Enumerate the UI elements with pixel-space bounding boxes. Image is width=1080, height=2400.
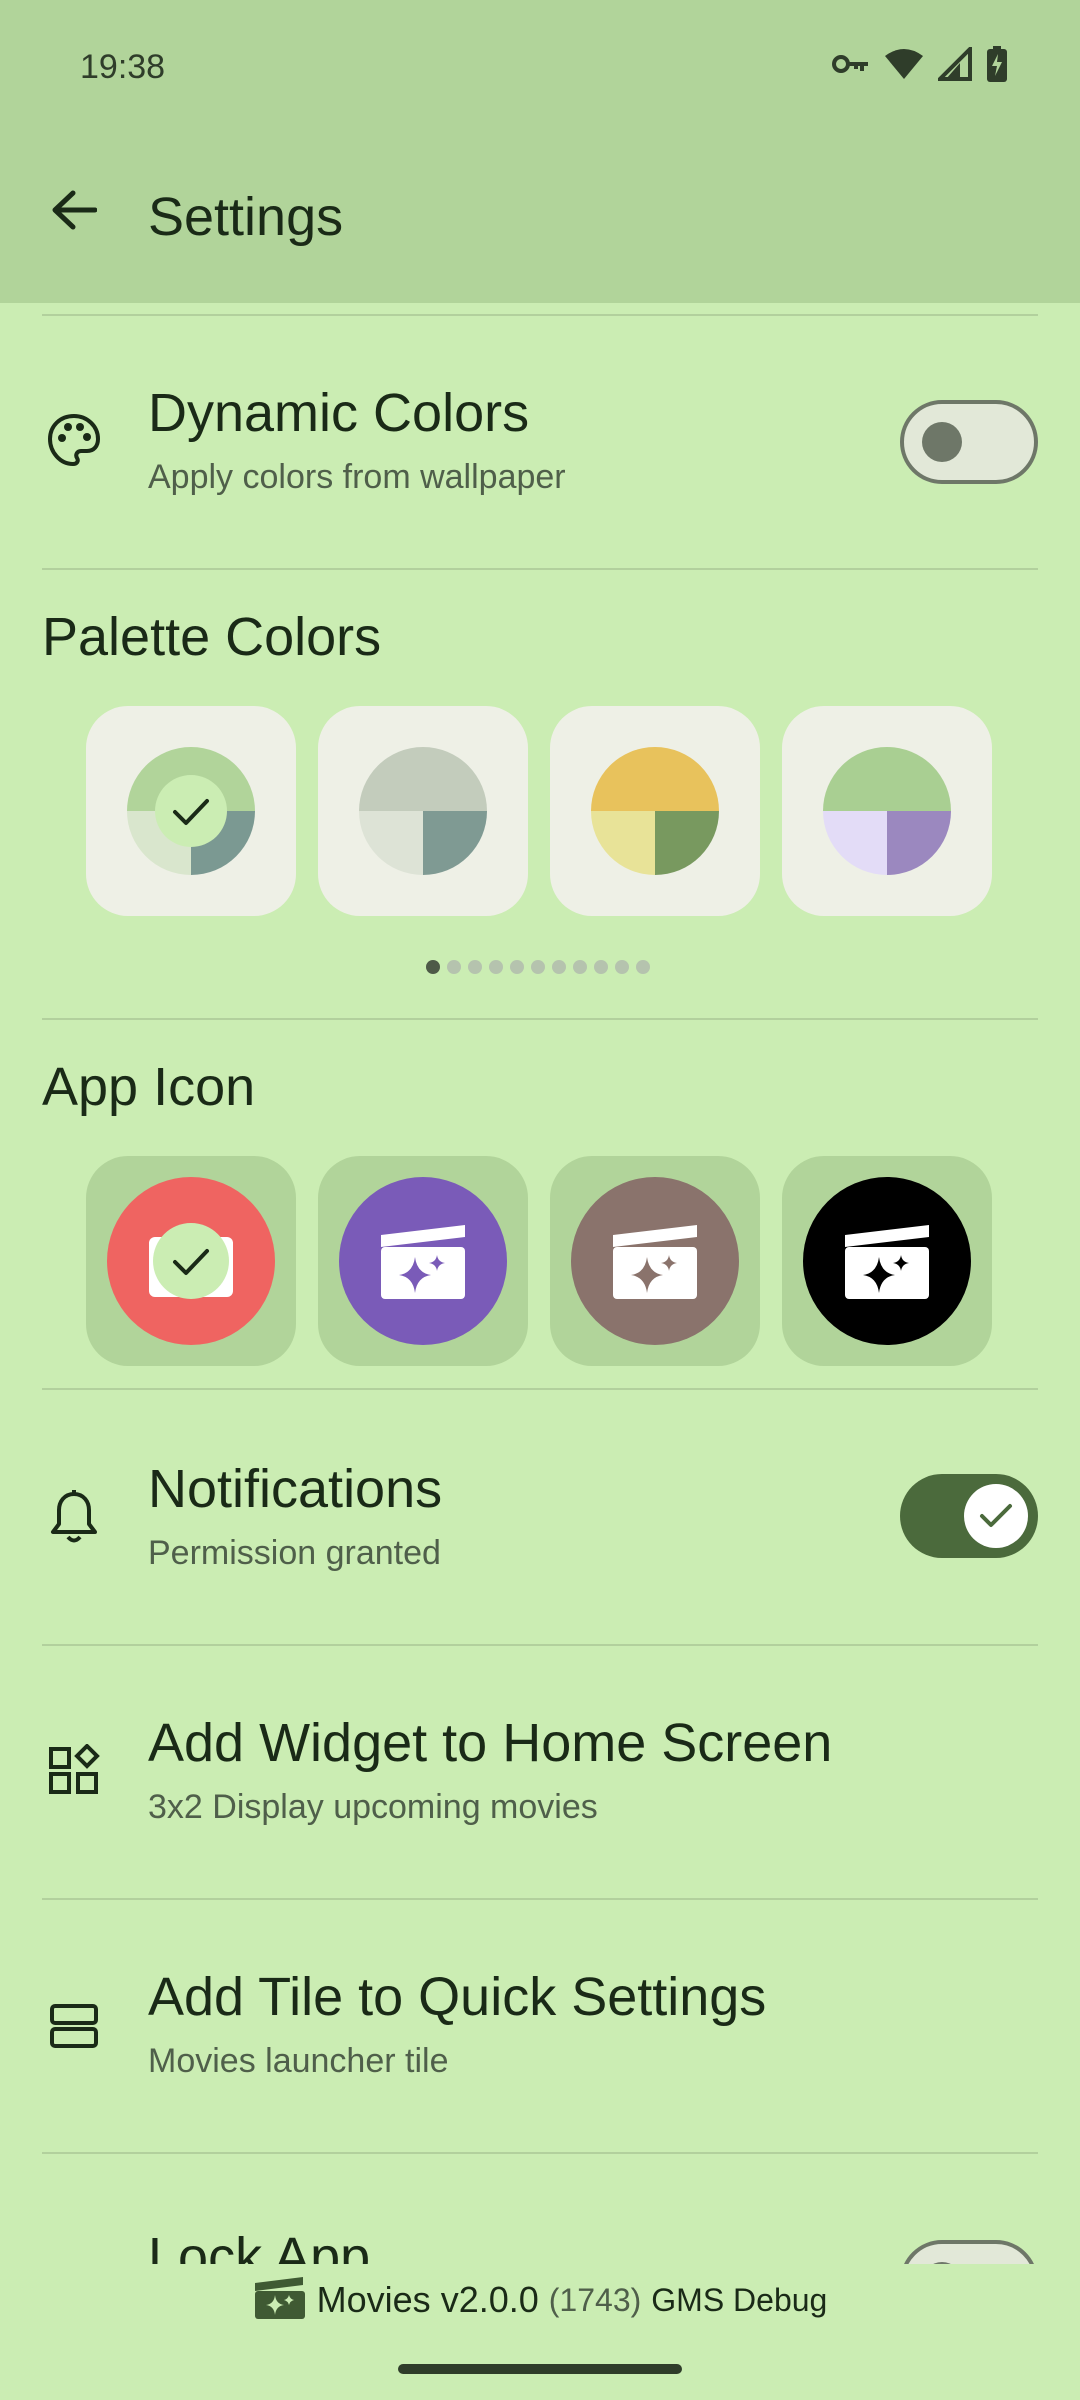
add-tile-subtitle: Movies launcher tile: [148, 2042, 449, 2080]
divider: [42, 314, 1038, 316]
divider: [42, 1388, 1038, 1390]
page-dot: [552, 960, 566, 974]
palette-page-indicator: [426, 960, 650, 974]
widgets-icon: [42, 1738, 106, 1802]
page-dot: [489, 960, 503, 974]
notifications-title: Notifications: [148, 1459, 443, 1519]
notifications-toggle[interactable]: [900, 1474, 1038, 1558]
palette-icon: [42, 408, 106, 472]
lock-app-row[interactable]: Lock App: [0, 2160, 1080, 2264]
dynamic-colors-subtitle: Apply colors from wallpaper: [148, 458, 566, 496]
page-dot: [531, 960, 545, 974]
app-icon-option[interactable]: [86, 1156, 296, 1366]
footer-app-version: Movies v2.0.0: [316, 2279, 539, 2320]
divider: [42, 568, 1038, 570]
add-widget-title: Add Widget to Home Screen: [148, 1713, 833, 1773]
battery-charging-icon: [986, 46, 1008, 82]
page-dot: [594, 960, 608, 974]
clapperboard-sparkle-icon: [571, 1177, 739, 1345]
check-icon: [980, 1504, 1012, 1527]
add-tile-title: Add Tile to Quick Settings: [148, 1967, 767, 2027]
palette-swatch[interactable]: [318, 706, 528, 916]
toggle-knob: [922, 2262, 962, 2264]
page-title: Settings: [148, 187, 344, 247]
add-widget-subtitle: 3x2 Display upcoming movies: [148, 1788, 598, 1826]
divider: [42, 1018, 1038, 1020]
app-icon-title: App Icon: [42, 1057, 256, 1117]
page-dot: [615, 960, 629, 974]
camera-icon: [107, 1177, 275, 1345]
top-app-bar: 19:38 Settings: [0, 0, 1080, 303]
page-dot: [468, 960, 482, 974]
divider: [42, 1898, 1038, 1900]
clapperboard-sparkle-icon: [803, 1177, 971, 1345]
dynamic-colors-title: Dynamic Colors: [148, 383, 530, 443]
lock-app-toggle[interactable]: [900, 2240, 1038, 2264]
lock-app-title: Lock App: [148, 2227, 371, 2264]
palette-swatch[interactable]: [782, 706, 992, 916]
palette-swatch[interactable]: [86, 706, 296, 916]
app-icon-option[interactable]: [550, 1156, 760, 1366]
app-icon-option[interactable]: [318, 1156, 528, 1366]
divider: [42, 2152, 1038, 2154]
dynamic-colors-toggle[interactable]: [900, 400, 1038, 484]
notifications-subtitle: Permission granted: [148, 1534, 441, 1572]
page-dot: [447, 960, 461, 974]
version-footer: Movies v2.0.0 (1743) GMS Debug: [0, 2268, 1080, 2332]
home-indicator[interactable]: [398, 2364, 682, 2374]
arrow-back-icon: [52, 190, 97, 230]
clapperboard-sparkle-icon: [339, 1177, 507, 1345]
palette-swatch[interactable]: [550, 706, 760, 916]
view-agenda-icon: [42, 1994, 106, 2058]
footer-build-number: (1743): [548, 2281, 642, 2318]
bell-icon: [42, 1484, 106, 1548]
app-icon-option[interactable]: [782, 1156, 992, 1366]
back-button[interactable]: [44, 180, 104, 240]
signal-icon: [938, 47, 972, 81]
movies-app-icon: [253, 2275, 307, 2326]
divider: [42, 1644, 1038, 1646]
page-dot: [636, 960, 650, 974]
palette-colors-title: Palette Colors: [42, 607, 382, 667]
page-dot: [426, 960, 440, 974]
footer-build-variant: GMS Debug: [651, 2281, 828, 2318]
page-dot: [573, 960, 587, 974]
wifi-icon: [884, 48, 924, 80]
status-time: 19:38: [80, 48, 166, 86]
toggle-knob: [964, 1484, 1028, 1548]
vpn-key-icon: [832, 52, 870, 76]
page-dot: [510, 960, 524, 974]
toggle-knob: [922, 422, 962, 462]
fingerprint-icon: [42, 2252, 106, 2264]
status-icons: [832, 46, 1008, 82]
